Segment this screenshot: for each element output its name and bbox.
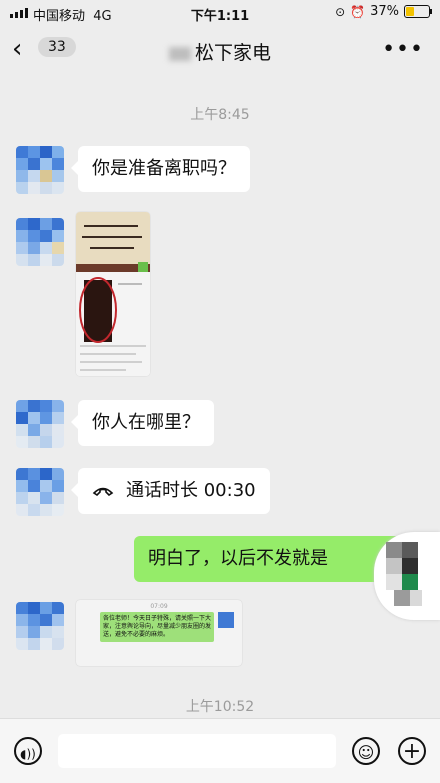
input-bar: ◖)) ☺ + — [0, 718, 440, 783]
chat-title-area: 松下家电 — [0, 38, 440, 65]
avatar[interactable] — [16, 400, 64, 448]
ellipsis-icon: ••• — [382, 37, 424, 62]
lock-rotation-icon: ⊙ — [335, 4, 346, 19]
my-avatar — [386, 542, 422, 606]
image-time: 07:09 — [150, 603, 168, 610]
alarm-icon: ⏰ — [350, 4, 366, 19]
sender-avatar-thumb — [218, 612, 234, 628]
battery-icon — [404, 5, 432, 18]
avatar[interactable] — [16, 146, 64, 194]
voice-icon: ◖)) — [20, 747, 36, 761]
avatar[interactable] — [16, 602, 64, 650]
battery-percent: 37% — [370, 4, 399, 19]
image-message[interactable] — [76, 212, 150, 376]
plus-icon: + — [402, 739, 422, 764]
chat-title: 松下家电 — [194, 42, 271, 64]
call-record-bubble[interactable]: 通话时长 00:30 — [71, 468, 270, 514]
message-bubble[interactable]: 你是准备离职吗？ — [71, 146, 250, 192]
more-button[interactable]: ••• — [382, 37, 424, 62]
emoji-button[interactable]: ☺ — [352, 737, 380, 765]
avatar[interactable] — [16, 218, 64, 266]
call-duration: 通话时长 00:30 — [126, 480, 256, 501]
floating-avatar[interactable] — [374, 532, 440, 620]
message-bubble[interactable]: 你人在哪里？ — [71, 400, 214, 446]
voice-button[interactable]: ◖)) — [14, 737, 42, 765]
smile-icon: ☺ — [357, 743, 375, 762]
redacted-name — [168, 46, 191, 61]
notice-bubble: 各位老师！今天日子特殊，请关照一下大家，注意舆论导向，尽量减少朋友圈的发送，避免… — [100, 612, 214, 642]
message-input[interactable] — [58, 734, 336, 768]
avatar[interactable] — [16, 468, 64, 516]
image-message[interactable]: 07:09 各位老师！今天日子特殊，请关照一下大家，注意舆论导向，尽量减少朋友圈… — [76, 600, 242, 666]
timestamp: 上午10:52 — [185, 699, 255, 715]
timestamp: 上午8:45 — [190, 107, 250, 123]
status-bar: 中国移动 4G 下午1:11 ⊙ ⏰ 37% — [0, 0, 440, 26]
plus-button[interactable]: + — [398, 737, 426, 765]
phone-hangup-icon — [92, 468, 114, 514]
screenshot-thumbnail — [76, 212, 150, 376]
chat-header: ‹ 33 松下家电 ••• — [0, 26, 440, 74]
